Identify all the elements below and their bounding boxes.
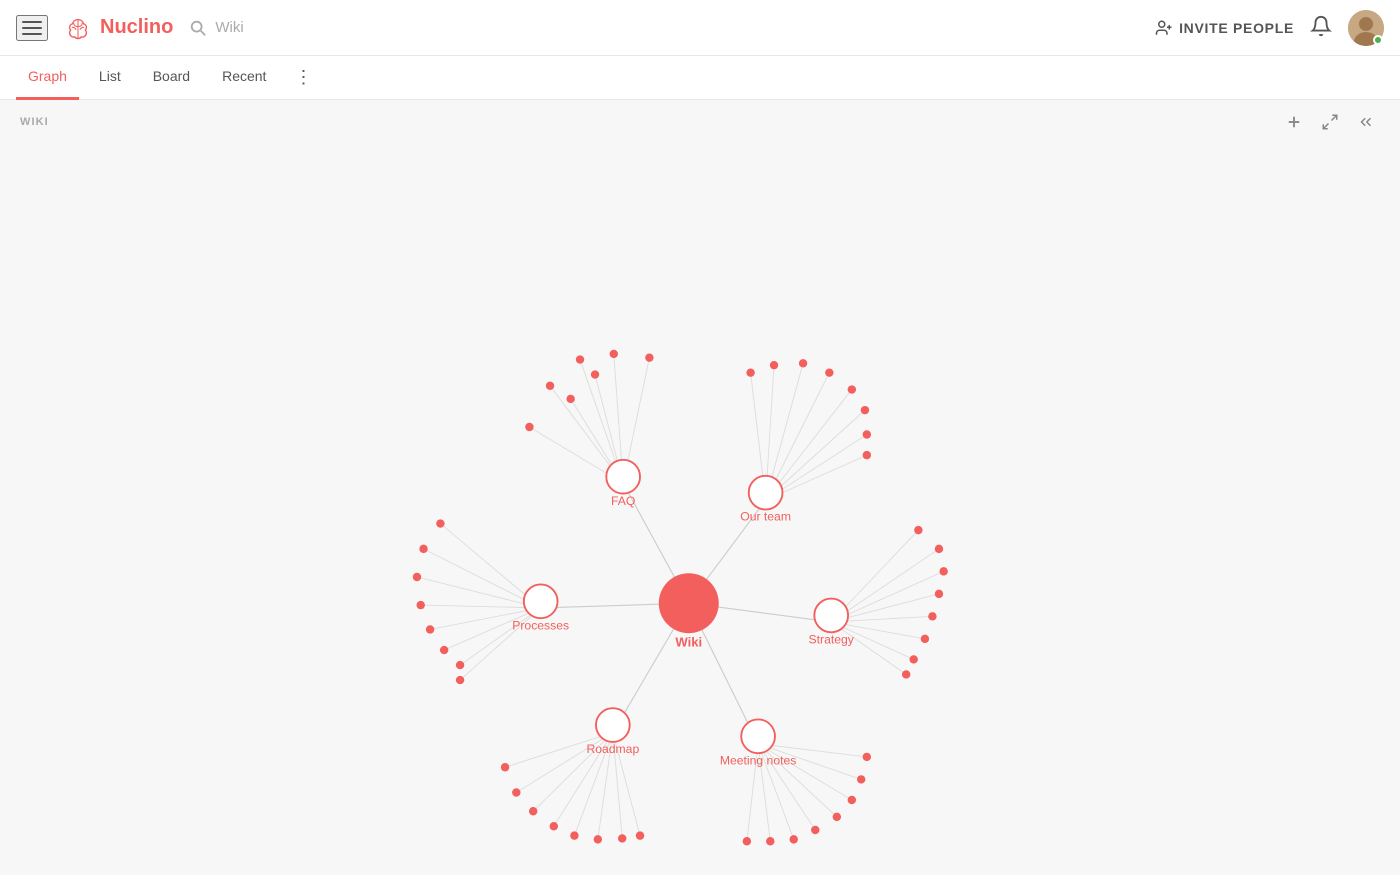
collapse-button[interactable] [1352,108,1380,136]
breadcrumb-actions [1280,108,1380,136]
breadcrumb: WIKI [20,116,49,128]
tab-board[interactable]: Board [141,56,202,100]
person-add-icon [1155,19,1173,37]
brain-icon [64,14,92,42]
svg-text:Meeting notes: Meeting notes [720,753,796,767]
graph-area[interactable]: Wiki FAQ Our team Processes Strategy Roa… [0,144,1400,875]
svg-text:Roadmap: Roadmap [586,742,639,756]
expand-icon [1321,113,1339,131]
svg-text:Processes: Processes [512,618,569,632]
expand-button[interactable] [1316,108,1344,136]
invite-label: INVITE PEOPLE [1179,20,1294,36]
menu-button[interactable] [16,15,48,41]
tab-graph[interactable]: Graph [16,56,79,100]
svg-text:Our team: Our team [740,510,791,524]
search-bar[interactable]: Wiki [189,19,243,37]
nav-tabs: Graph List Board Recent ⋮ [0,56,1400,100]
svg-text:Wiki: Wiki [675,634,702,649]
more-options-button[interactable]: ⋮ [286,63,320,92]
notifications-button[interactable] [1310,15,1332,40]
tab-recent[interactable]: Recent [210,56,278,100]
plus-icon [1285,113,1303,131]
logo-text: Nuclino [100,16,173,39]
add-button[interactable] [1280,108,1308,136]
graph-svg: Wiki FAQ Our team Processes Strategy Roa… [0,144,1400,875]
header-right: INVITE PEOPLE [1155,10,1384,46]
header: Nuclino Wiki INVITE PEOPLE [0,0,1400,56]
logo[interactable]: Nuclino [64,14,173,42]
tab-list[interactable]: List [87,56,133,100]
svg-text:FAQ: FAQ [611,494,635,508]
online-indicator [1373,35,1383,45]
svg-text:Strategy: Strategy [809,633,855,647]
invite-people-button[interactable]: INVITE PEOPLE [1155,19,1294,37]
collapse-icon [1357,113,1375,131]
search-icon [189,19,207,37]
breadcrumb-bar: WIKI [0,100,1400,144]
main-content: WIKI [0,100,1400,875]
search-label: Wiki [215,19,243,36]
bell-icon [1310,15,1332,37]
header-left: Nuclino Wiki [16,14,244,42]
user-avatar[interactable] [1348,10,1384,46]
